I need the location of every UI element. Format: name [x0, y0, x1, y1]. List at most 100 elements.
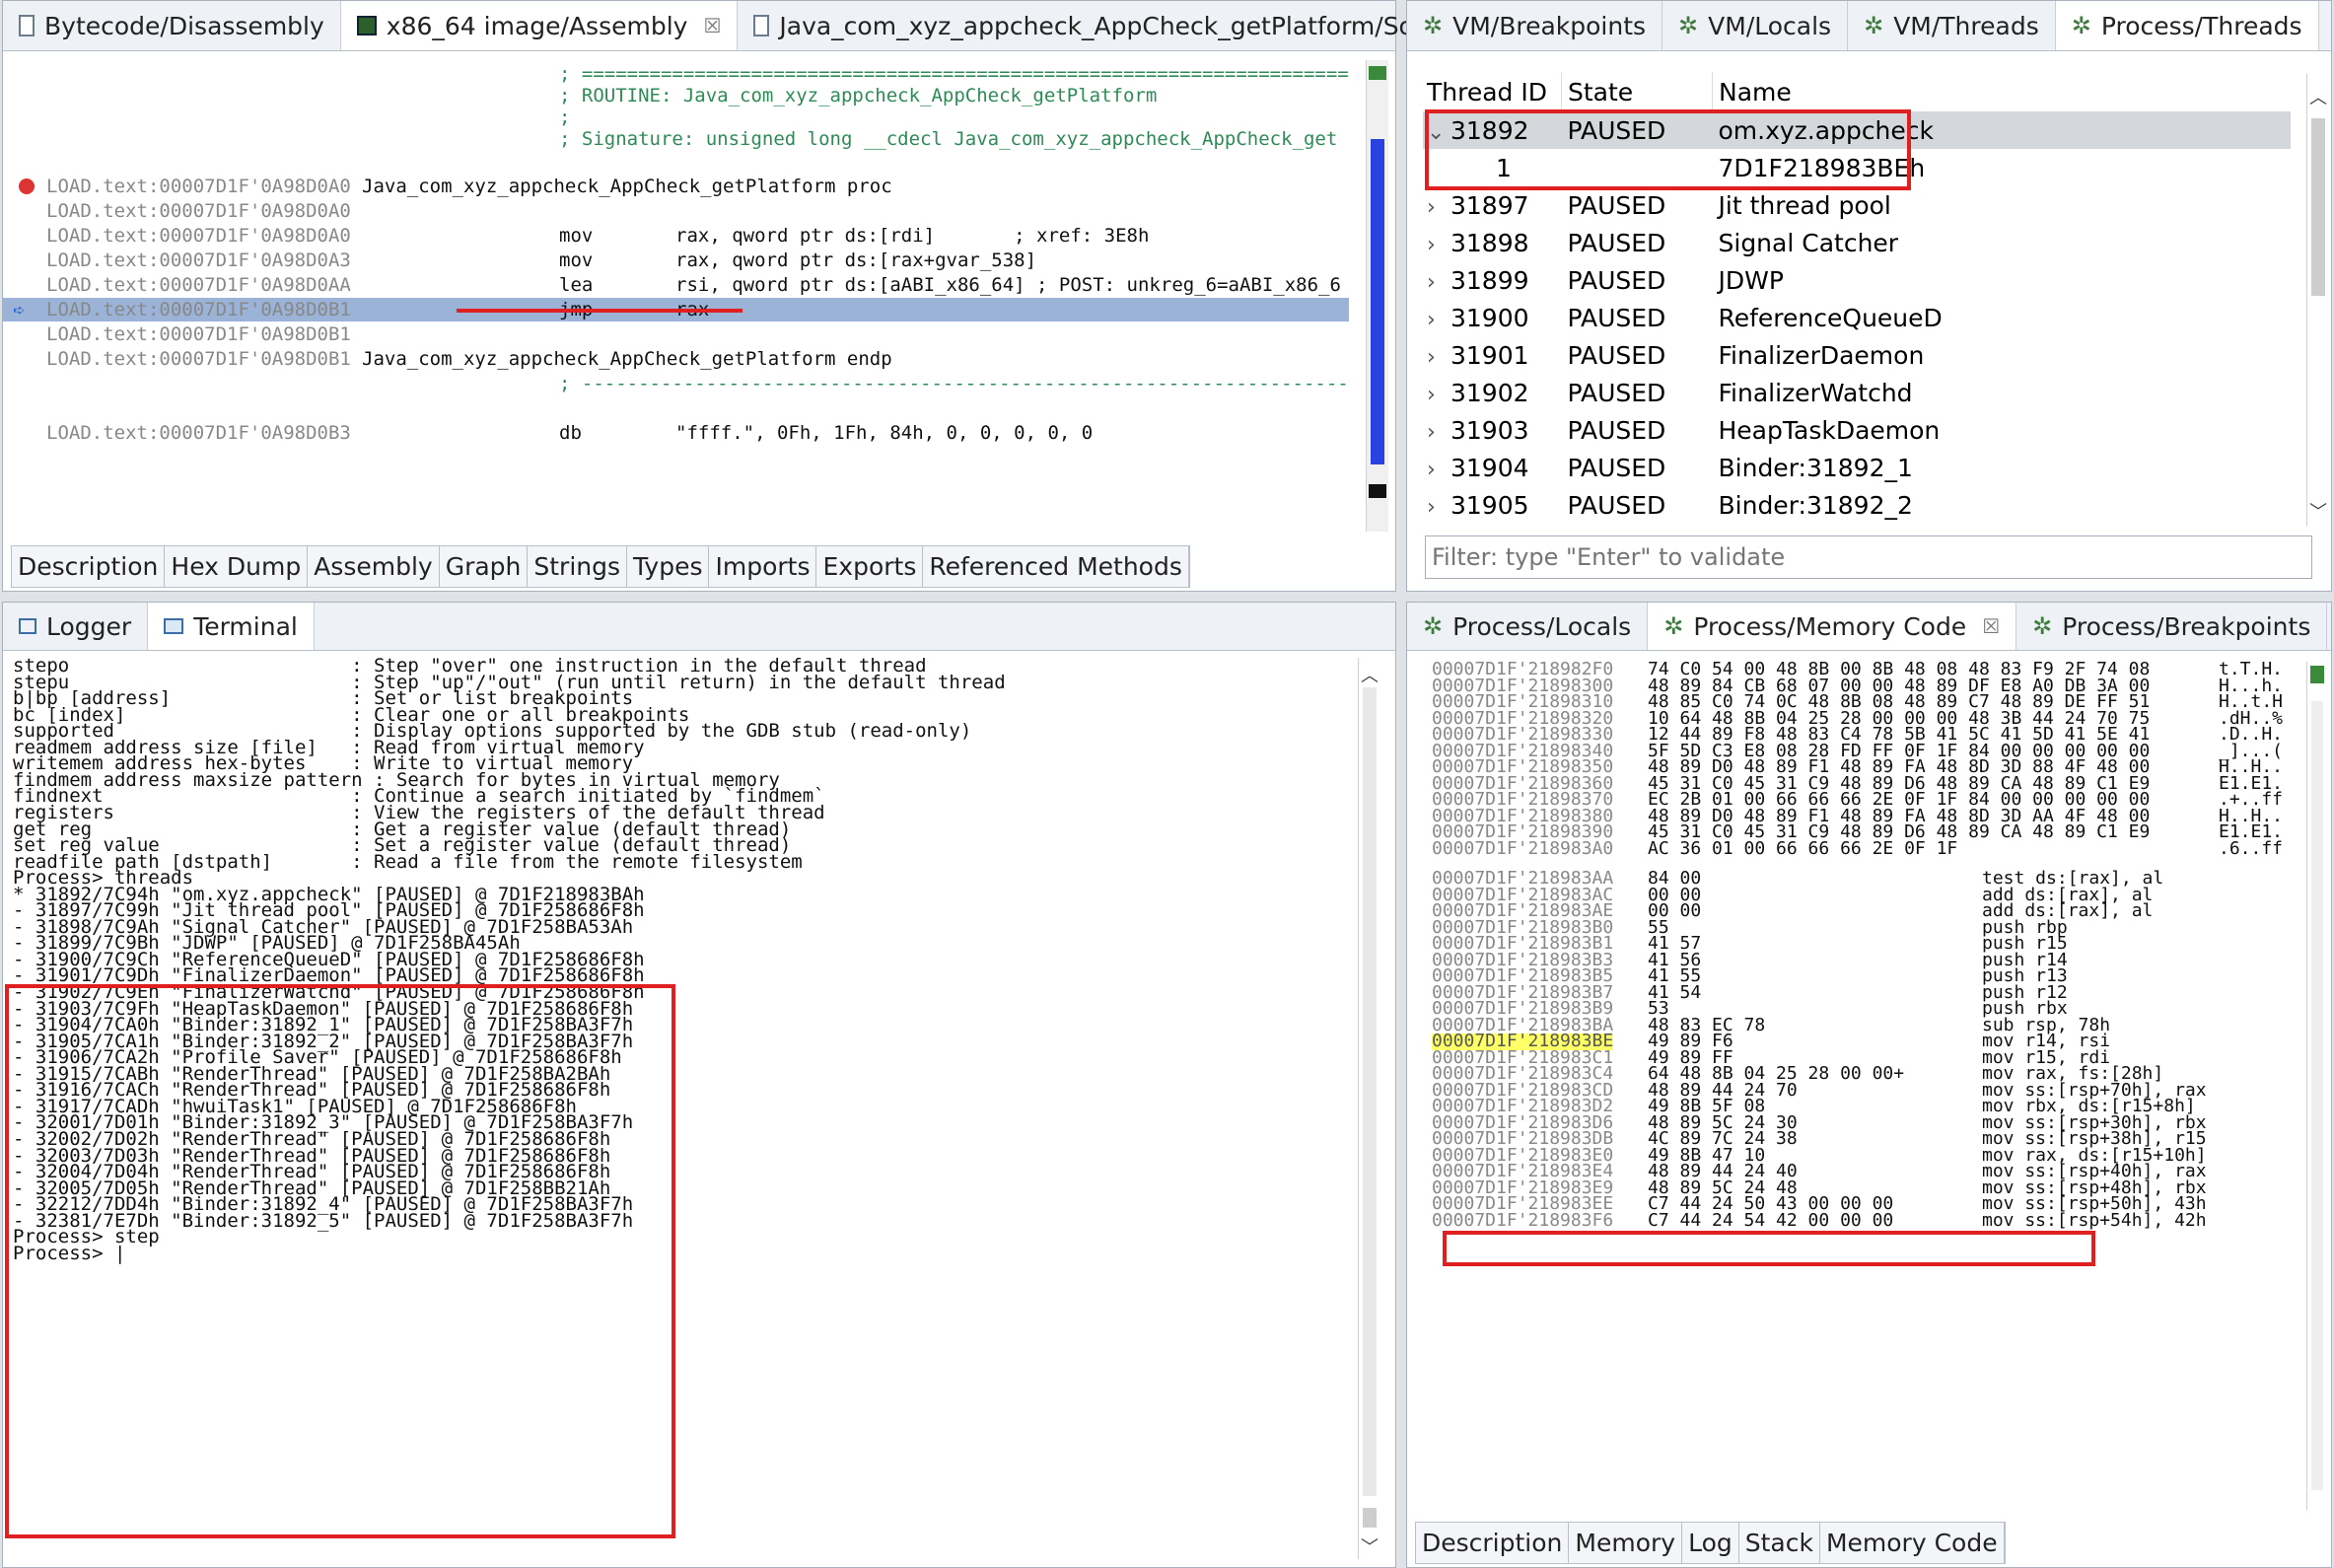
- thread-id: 31900: [1450, 303, 1529, 332]
- mnemonic: mov: [559, 225, 594, 247]
- thread-name: FinalizerWatchd: [1718, 378, 1913, 407]
- thread-state: PAUSED: [1567, 415, 1666, 445]
- close-tab-icon[interactable]: ☒: [1982, 614, 2000, 638]
- tab-description[interactable]: Description: [12, 546, 166, 587]
- current-pc-arrow-icon: ➪: [13, 298, 26, 321]
- thread-row[interactable]: › 31897 PAUSED Jit thread pool: [1423, 186, 2291, 224]
- column-name[interactable]: Name: [1712, 72, 2291, 111]
- code-line[interactable]: LOAD.text:00007D1F'0A98D0B3 db "ffff.", 0F…: [3, 421, 1349, 445]
- close-tab-icon[interactable]: ☒: [703, 14, 721, 37]
- column-state[interactable]: State: [1561, 72, 1713, 111]
- document-icon: [753, 15, 770, 36]
- tab-memory[interactable]: Memory: [1569, 1523, 1683, 1563]
- code-line[interactable]: [3, 151, 1349, 175]
- threads-filter-input[interactable]: [1425, 535, 2312, 579]
- thread-state: PAUSED: [1567, 190, 1666, 220]
- tab-exports[interactable]: Exports: [816, 546, 924, 587]
- tab-strings[interactable]: Strings: [528, 546, 628, 587]
- thread-id-cell: › 31904: [1423, 449, 1562, 486]
- gear-icon: ✲: [2032, 612, 2053, 640]
- tab-graph[interactable]: Graph: [440, 546, 529, 587]
- chevron-right-icon[interactable]: ›: [1427, 420, 1450, 445]
- tab-assembly[interactable]: Assembly: [308, 546, 440, 587]
- tab-vm-locals[interactable]: ✲ VM/Locals: [1662, 1, 1849, 50]
- tab-terminal[interactable]: Terminal: [148, 603, 315, 650]
- tab-process-locals[interactable]: ✲ Process/Locals: [1407, 603, 1649, 650]
- thread-id: 31903: [1450, 415, 1529, 445]
- code-line[interactable]: LOAD.text:00007D1F'0A98D0A0: [3, 199, 1349, 223]
- terminal-scrollbar[interactable]: ︿ ﹀: [1358, 658, 1380, 1559]
- memory-bottom-tabs: Description Memory Log Stack Memory Code: [1415, 1522, 2006, 1564]
- tab-types[interactable]: Types: [627, 546, 710, 587]
- tab-log[interactable]: Log: [1682, 1523, 1739, 1563]
- tab-hex-dump[interactable]: Hex Dump: [165, 546, 309, 587]
- document-icon: [19, 15, 35, 36]
- code-line[interactable]: LOAD.text:00007D1F'0A98D0B1: [3, 322, 1349, 346]
- highlight-main-thread: [1425, 109, 1911, 190]
- code-line[interactable]: LOAD.text:00007D1F'0A98D0A0 Java_com_xyz_…: [3, 175, 1349, 198]
- code-line[interactable]: ; --------------------------------------…: [3, 372, 1349, 395]
- chevron-right-icon[interactable]: ›: [1427, 195, 1450, 220]
- tab-description[interactable]: Description: [1416, 1523, 1570, 1563]
- instruction-address: LOAD.text:00007D1F'0A98D0AA: [46, 274, 351, 296]
- code-line[interactable]: LOAD.text:00007D1F'0A98D0A3 mov rax, qword…: [3, 249, 1349, 272]
- gear-icon: ✲: [1864, 12, 1884, 39]
- tab-bytecode-disassembly[interactable]: Bytecode/Disassembly: [3, 1, 341, 50]
- thread-row[interactable]: › 31899 PAUSED JDWP: [1423, 261, 2291, 299]
- operands: rax, qword ptr ds:[rax+gvar_538]: [675, 249, 1037, 271]
- mnemonic: db: [559, 422, 582, 444]
- tab-process-breakpoints[interactable]: ✲ Process/Breakpoints: [2016, 603, 2328, 650]
- code-line[interactable]: LOAD.text:00007D1F'0A98D0AA lea rsi, qword…: [3, 273, 1349, 297]
- code-line[interactable]: ; Signature: unsigned long __cdecl Java_…: [3, 127, 1349, 151]
- thread-row[interactable]: › 31905 PAUSED Binder:31892_2: [1423, 486, 2291, 524]
- tab-vm-threads[interactable]: ✲ VM/Threads: [1848, 1, 2056, 50]
- thread-row[interactable]: › 31898 PAUSED Signal Catcher: [1423, 224, 2291, 261]
- chevron-right-icon[interactable]: ›: [1427, 458, 1450, 482]
- thread-row[interactable]: › 31901 PAUSED FinalizerDaemon: [1423, 336, 2291, 374]
- threads-scrollbar[interactable]: ︿ ﹀: [2306, 74, 2329, 526]
- thread-row[interactable]: › 31902 PAUSED FinalizerWatchd: [1423, 374, 2291, 411]
- code-line[interactable]: ; ROUTINE: Java_com_xyz_appcheck_AppChec…: [3, 84, 1349, 107]
- chevron-right-icon[interactable]: ›: [1427, 383, 1450, 407]
- code-line[interactable]: [3, 396, 1349, 420]
- thread-name: Binder:31892_1: [1718, 453, 1913, 482]
- chevron-right-icon[interactable]: ›: [1427, 495, 1450, 520]
- instruction-address: LOAD.text:00007D1F'0A98D0A0: [46, 225, 351, 247]
- chevron-right-icon[interactable]: ›: [1427, 345, 1450, 370]
- memory-code-view[interactable]: 00007D1F'218982F0 74 C0 54 00 48 8B 00 8B…: [1407, 662, 2304, 1510]
- tab-process-memory-code[interactable]: ✲ Process/Memory Code ☒: [1648, 603, 2017, 650]
- tab-memory-code[interactable]: Memory Code: [1820, 1523, 2005, 1563]
- code-line[interactable]: ;: [3, 106, 1349, 129]
- memory-scrollbar[interactable]: [2306, 662, 2329, 1510]
- code-line[interactable]: ➪LOAD.text:00007D1F'0A98D0B1jmprax: [3, 298, 1349, 321]
- editor-scrollbar[interactable]: [1366, 60, 1388, 532]
- tab-imports[interactable]: Imports: [709, 546, 817, 587]
- thread-row[interactable]: › 31900 PAUSED ReferenceQueueD: [1423, 299, 2291, 336]
- tab-source[interactable]: Java_com_xyz_appcheck_AppCheck_getPlatfo…: [738, 1, 1485, 50]
- tab-stack[interactable]: Stack: [1739, 1523, 1820, 1563]
- breakpoint-icon[interactable]: [19, 178, 35, 194]
- tab-logger[interactable]: Logger: [3, 603, 149, 650]
- column-thread-id[interactable]: Thread ID: [1423, 72, 1562, 111]
- code-line[interactable]: LOAD.text:00007D1F'0A98D0B1 Java_com_xyz_…: [3, 347, 1349, 371]
- thread-name: ReferenceQueueD: [1718, 303, 1943, 332]
- thread-name: Signal Catcher: [1718, 228, 1899, 257]
- gear-icon: ✲: [1678, 12, 1699, 39]
- tab-process-threads[interactable]: ✲ Process/Threads: [2055, 1, 2319, 50]
- thread-name: JDWP: [1718, 265, 1784, 295]
- tab-x86-assembly[interactable]: x86_64 image/Assembly ☒: [340, 1, 739, 50]
- routine-label: Java_com_xyz_appcheck_AppCheck_getPlatfo…: [362, 348, 892, 370]
- thread-row[interactable]: › 31903 PAUSED HeapTaskDaemon: [1423, 411, 2291, 449]
- chevron-right-icon[interactable]: ›: [1427, 270, 1450, 295]
- code-line[interactable]: LOAD.text:00007D1F'0A98D0A0 mov rax, qword…: [3, 224, 1349, 248]
- memory-address: 00007D1F'218983F6: [1432, 1209, 1614, 1231]
- chevron-right-icon[interactable]: ›: [1427, 233, 1450, 257]
- memory-bytes: AC 36 01 00 66 66 66 2E 0F 1F: [1648, 837, 1958, 859]
- thread-row[interactable]: › 31904 PAUSED Binder:31892_1: [1423, 449, 2291, 486]
- tab-vm-breakpoints[interactable]: ✲ VM/Breakpoints: [1407, 1, 1663, 50]
- mnemonic: lea: [559, 274, 594, 296]
- code-line[interactable]: ; ======================================…: [3, 62, 1349, 86]
- assembly-code-view[interactable]: ; ======================================…: [3, 56, 1349, 539]
- chevron-right-icon[interactable]: ›: [1427, 308, 1450, 332]
- tab-referenced-methods[interactable]: Referenced Methods: [923, 546, 1189, 587]
